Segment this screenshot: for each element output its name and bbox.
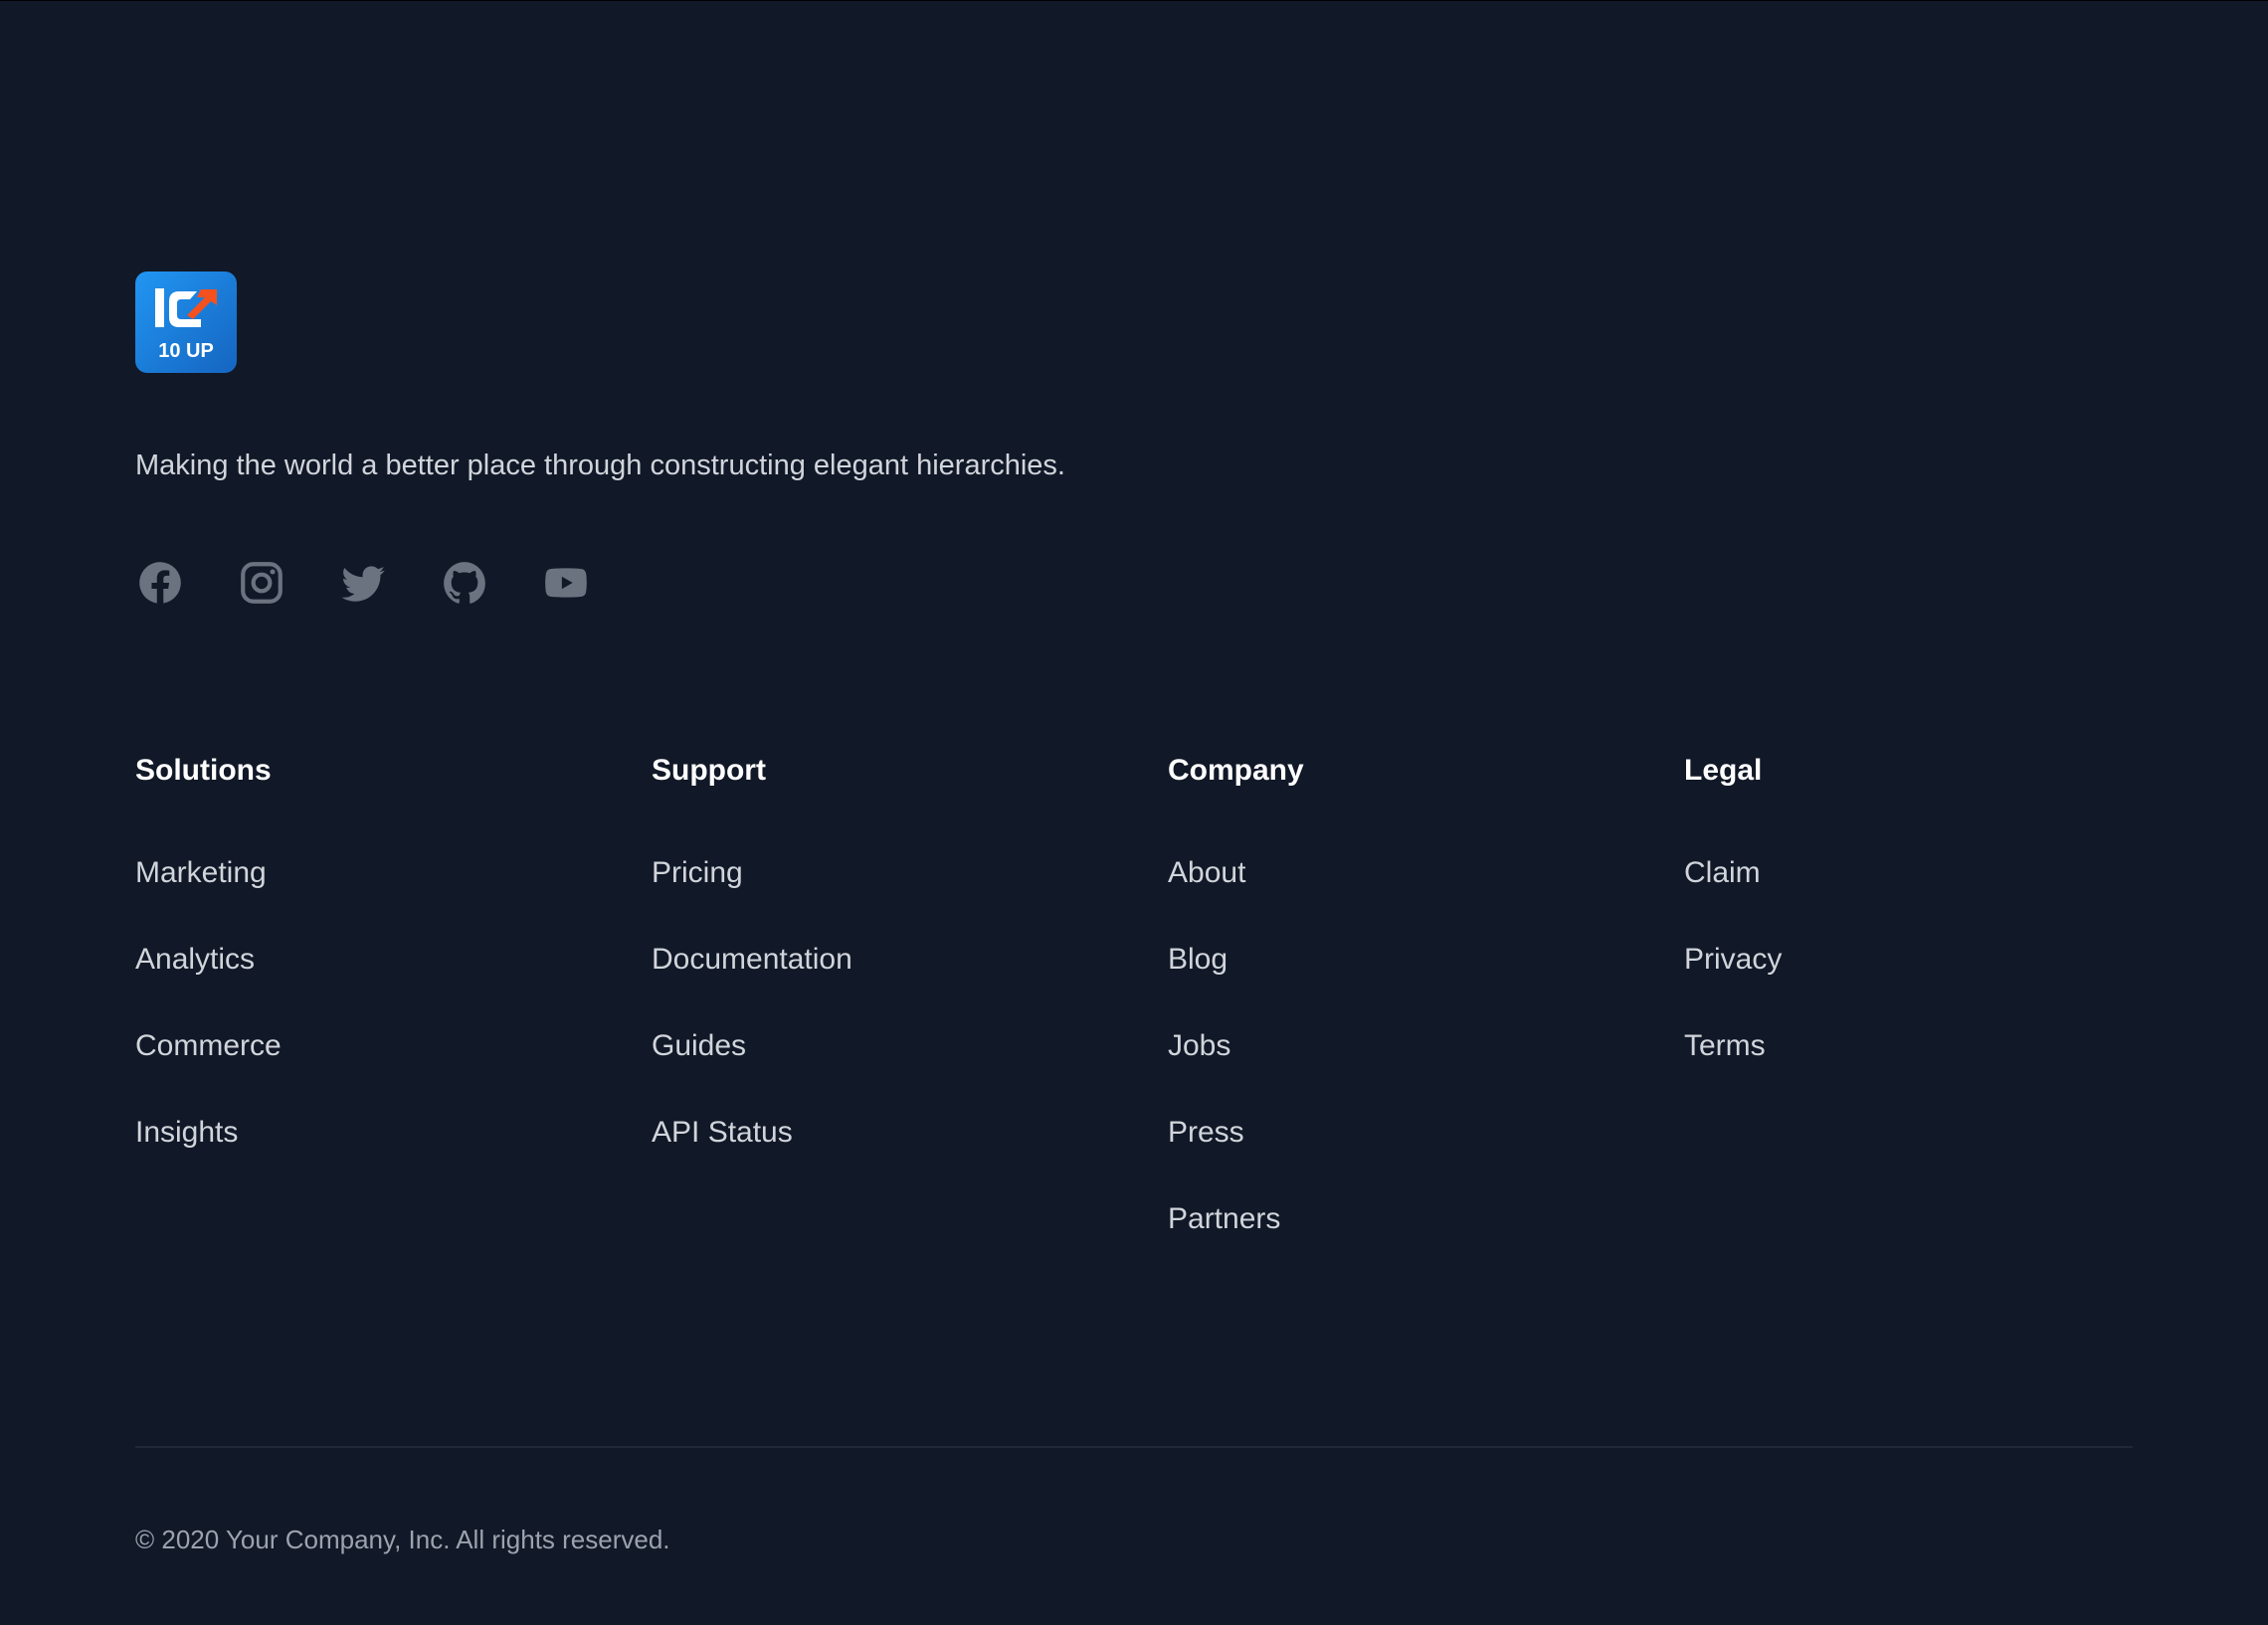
footer-link-privacy[interactable]: Privacy xyxy=(1684,941,1782,979)
footer-link-api-status[interactable]: API Status xyxy=(652,1114,793,1152)
footer-link-press[interactable]: Press xyxy=(1168,1114,1244,1152)
facebook-icon xyxy=(139,562,181,604)
instagram-link[interactable] xyxy=(237,558,286,608)
youtube-icon xyxy=(545,568,587,598)
footer-link-documentation[interactable]: Documentation xyxy=(652,941,852,979)
footer-column-support: Support Pricing Documentation Guides API… xyxy=(652,751,852,1149)
footer-column-company: Company About Blog Jobs Press Partners xyxy=(1168,751,1304,1235)
footer-link-marketing[interactable]: Marketing xyxy=(135,854,267,892)
instagram-icon xyxy=(241,562,283,604)
logo-text: 10 UP xyxy=(158,340,214,362)
youtube-link[interactable] xyxy=(541,558,591,608)
github-link[interactable] xyxy=(440,558,489,608)
footer-link-terms[interactable]: Terms xyxy=(1684,1027,1766,1065)
copyright-text: © 2020 Your Company, Inc. All rights res… xyxy=(135,1525,670,1554)
footer-link-insights[interactable]: Insights xyxy=(135,1114,238,1152)
footer-column-legal: Legal Claim Privacy Terms xyxy=(1684,751,1782,1062)
footer-link-guides[interactable]: Guides xyxy=(652,1027,746,1065)
column-heading: Company xyxy=(1168,754,1304,787)
column-heading: Solutions xyxy=(135,754,272,787)
footer-column-solutions: Solutions Marketing Analytics Commerce I… xyxy=(135,751,282,1149)
footer-link-pricing[interactable]: Pricing xyxy=(652,854,743,892)
footer-link-analytics[interactable]: Analytics xyxy=(135,941,255,979)
twitter-link[interactable] xyxy=(338,558,388,608)
footer-link-blog[interactable]: Blog xyxy=(1168,941,1228,979)
tagline: Making the world a better place through … xyxy=(135,450,1065,481)
footer-link-claim[interactable]: Claim xyxy=(1684,854,1761,892)
twitter-icon xyxy=(341,566,385,602)
brand-logo[interactable]: 10 UP xyxy=(135,271,237,373)
column-heading: Legal xyxy=(1684,754,1763,787)
footer-link-partners[interactable]: Partners xyxy=(1168,1200,1280,1238)
footer-divider xyxy=(135,1446,2133,1448)
logo-mark-icon: 10 UP xyxy=(155,288,217,362)
github-icon xyxy=(444,562,485,604)
site-footer: 10 UP Making the world a better place th… xyxy=(135,0,2133,1625)
footer-link-jobs[interactable]: Jobs xyxy=(1168,1027,1230,1065)
footer-link-commerce[interactable]: Commerce xyxy=(135,1027,282,1065)
facebook-link[interactable] xyxy=(135,558,185,608)
footer-link-about[interactable]: About xyxy=(1168,854,1245,892)
column-heading: Support xyxy=(652,754,766,787)
